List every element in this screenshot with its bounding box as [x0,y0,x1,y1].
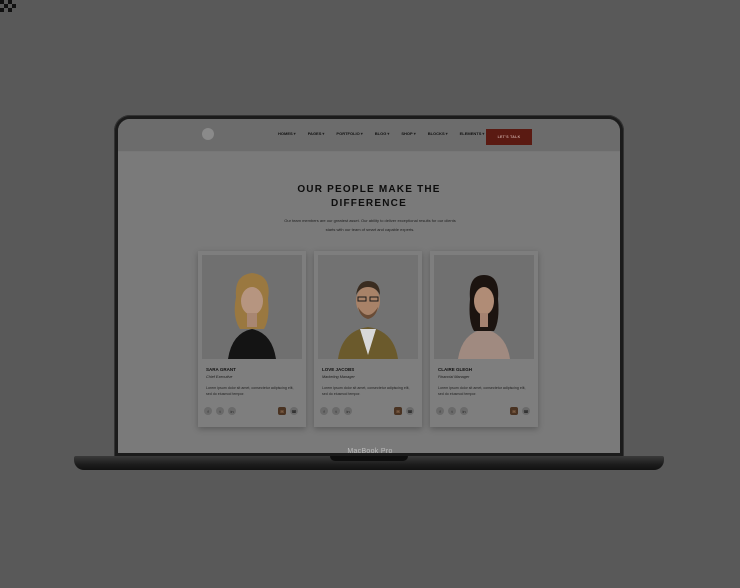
chevron-down-icon: ▾ [413,131,416,136]
linkedin-icon[interactable]: in [344,407,352,415]
laptop-base [74,456,664,470]
team-member-bio: Lorem ipsum dolor sit amet, consectetur … [206,386,294,396]
team-member-name: CLAIRE GLEGH [438,367,473,372]
team-card: SARA GRANT Chief Executive Lorem ipsum d… [198,251,306,427]
phone-icon[interactable]: ☎ [406,407,414,415]
facebook-icon[interactable]: f [204,407,212,415]
site-logo-icon[interactable] [202,128,214,140]
team-member-name: LOVE JACOBS [322,367,355,372]
main-nav: HOMES▾ PAGES▾ PORTFOLIO▾ BLOG▾ SHOP▾ BLO… [278,131,484,136]
nav-item-shop[interactable]: SHOP▾ [401,131,415,136]
contact-links: ✉ ☎ [510,407,530,415]
team-card: CLAIRE GLEGH Financial Manager Lorem ips… [430,251,538,427]
email-icon[interactable]: ✉ [278,407,286,415]
email-icon[interactable]: ✉ [510,407,518,415]
chevron-down-icon: ▾ [360,131,363,136]
nav-item-blog[interactable]: BLOG▾ [375,131,390,136]
chevron-down-icon: ▾ [322,131,325,136]
social-links: f t in [320,407,352,415]
linkedin-icon[interactable]: in [228,407,236,415]
facebook-icon[interactable]: f [320,407,328,415]
team-member-photo [434,255,534,359]
phone-icon[interactable]: ☎ [290,407,298,415]
team-member-photo [202,255,302,359]
linkedin-icon[interactable]: in [460,407,468,415]
email-icon[interactable]: ✉ [394,407,402,415]
nav-item-pages[interactable]: PAGES▾ [308,131,325,136]
team-member-role: Chief Executive [206,375,233,379]
hinge-notch [330,456,408,461]
team-member-role: Marketing Manager [322,375,355,379]
section-description: Our team members are our greatest asset.… [284,218,456,232]
laptop-lid: HOMES▾ PAGES▾ PORTFOLIO▾ BLOG▾ SHOP▾ BLO… [114,115,624,460]
contact-links: ✉ ☎ [394,407,414,415]
facebook-icon[interactable]: f [436,407,444,415]
corner-checker-mark [0,0,16,16]
team-member-bio: Lorem ipsum dolor sit amet, consectetur … [322,386,410,396]
lets-talk-button[interactable]: LET'S TALK [486,129,532,145]
nav-item-elements[interactable]: ELEMENTS▾ [460,131,485,136]
chevron-down-icon: ▾ [293,131,296,136]
section-title: OUR PEOPLE MAKE THE DIFFERENCE [297,184,441,209]
chevron-down-icon: ▾ [387,131,390,136]
twitter-icon[interactable]: t [216,407,224,415]
laptop-screen: HOMES▾ PAGES▾ PORTFOLIO▾ BLOG▾ SHOP▾ BLO… [118,119,620,453]
chevron-down-icon: ▾ [445,131,448,136]
twitter-icon[interactable]: t [448,407,456,415]
nav-item-blocks[interactable]: BLOCKS▾ [428,131,448,136]
device-model-label: MacBook Pro [347,448,393,455]
contact-links: ✉ ☎ [278,407,298,415]
team-card: LOVE JACOBS Marketing Manager Lorem ipsu… [314,251,422,427]
chevron-down-icon: ▾ [482,131,485,136]
team-member-bio: Lorem ipsum dolor sit amet, consectetur … [438,386,526,396]
twitter-icon[interactable]: t [332,407,340,415]
team-member-name: SARA GRANT [206,367,236,372]
nav-item-homes[interactable]: HOMES▾ [278,131,296,136]
phone-icon[interactable]: ☎ [522,407,530,415]
site-header: HOMES▾ PAGES▾ PORTFOLIO▾ BLOG▾ SHOP▾ BLO… [118,119,620,152]
social-links: f t in [436,407,468,415]
social-links: f t in [204,407,236,415]
team-member-photo [318,255,418,359]
team-member-role: Financial Manager [438,375,470,379]
nav-item-portfolio[interactable]: PORTFOLIO▾ [336,131,362,136]
